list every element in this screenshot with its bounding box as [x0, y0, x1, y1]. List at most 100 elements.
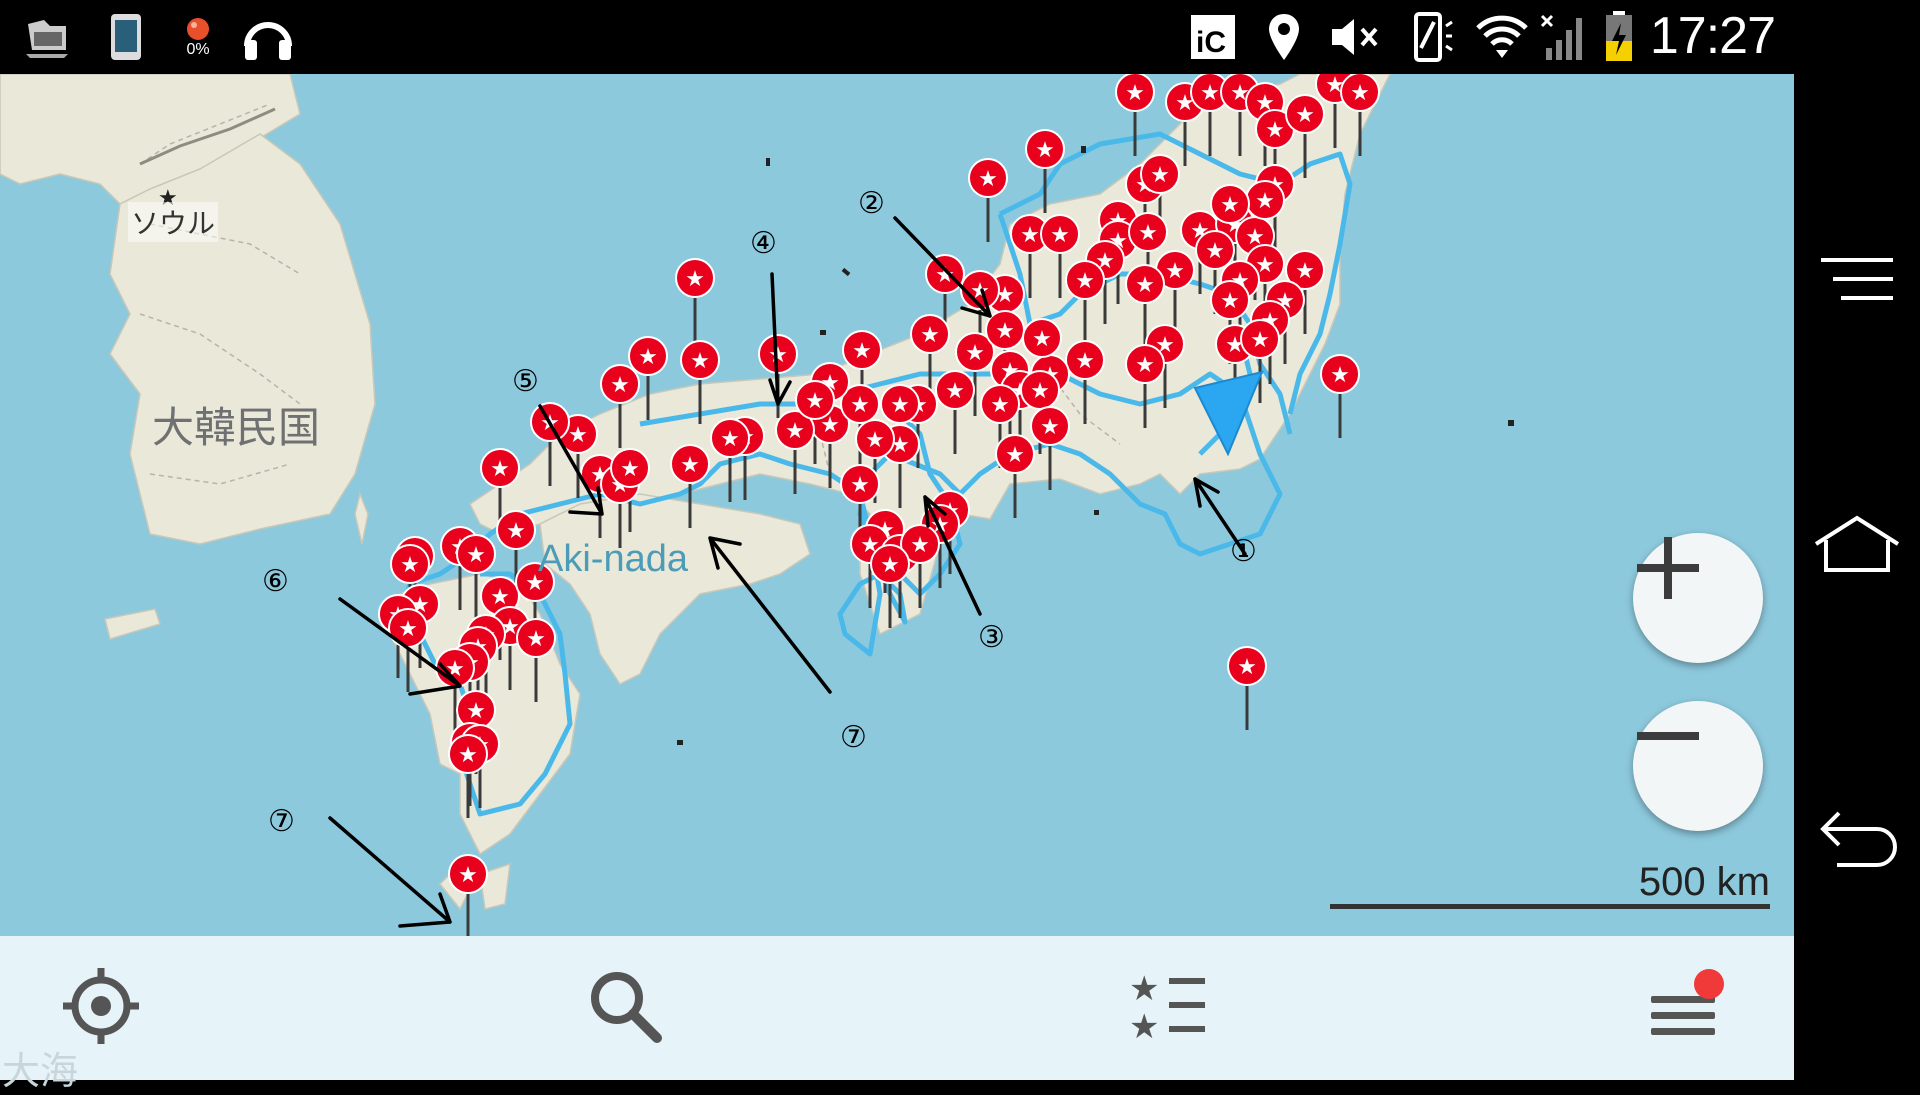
pin-star-icon: ★: [1220, 193, 1240, 218]
pin-star-icon: ★: [1250, 328, 1270, 353]
pin-star-icon: ★: [1350, 81, 1370, 106]
pin-star-icon: ★: [466, 699, 486, 724]
battery-meter-icon: 0%: [178, 12, 218, 62]
wifi-icon: [1476, 12, 1528, 62]
pin-star-icon: ★: [850, 473, 870, 498]
crosshair-icon: [63, 968, 139, 1044]
pin-star-icon: ★: [1220, 289, 1240, 314]
pin-star-icon: ★: [400, 553, 420, 578]
pin-star-icon: ★: [690, 349, 710, 374]
pin-star-icon: ★: [506, 519, 526, 544]
pin-star-icon: ★: [805, 389, 825, 414]
pin-star-icon: ★: [1075, 349, 1095, 374]
pin-star-icon: ★: [1295, 103, 1315, 128]
pin-star-icon: ★: [526, 627, 546, 652]
pin-star-icon: ★: [490, 457, 510, 482]
pin-star-icon: ★: [785, 419, 805, 444]
scale-label: 500 km: [1638, 860, 1770, 904]
zoom-in-button[interactable]: [1633, 533, 1763, 663]
pin-star-icon: ★: [965, 341, 985, 366]
headphones-icon: [240, 12, 296, 62]
pin-star-icon: ★: [978, 167, 998, 192]
pin-star-icon: ★: [880, 553, 900, 578]
pin-star-icon: ★: [458, 743, 478, 768]
map-label-watermark: 大海: [2, 1051, 79, 1093]
system-nav-bar: [1794, 74, 1920, 1080]
home-button[interactable]: [1807, 499, 1907, 589]
annotation-2: ②: [858, 187, 885, 220]
pin-star-icon: ★: [610, 373, 630, 398]
shikoku: [539, 493, 811, 685]
battery-saver-text: 0%: [186, 41, 210, 58]
pin-star-icon: ★: [1050, 223, 1070, 248]
pin-star-icon: ★: [1237, 655, 1257, 680]
back-button[interactable]: [1807, 794, 1907, 884]
map-label-seoul: ソウル: [128, 202, 219, 242]
korean-peninsula: [109, 133, 376, 545]
pin-star-icon: ★: [1035, 138, 1055, 163]
pin-star-icon: ★: [852, 339, 872, 364]
pin-star-icon: ★: [1255, 189, 1275, 214]
nfc-icon: iC: [1188, 12, 1238, 62]
phone-icon: [108, 12, 144, 62]
pin-star-icon: ★: [1150, 163, 1170, 188]
bottom-toolbar: ★ ★ 大海: [0, 936, 1794, 1093]
map-label-aki-nada: Aki-nada: [538, 538, 688, 580]
plus-icon: [1637, 537, 1699, 599]
pin-star-icon: ★: [1005, 443, 1025, 468]
annotation-4: ④: [750, 227, 777, 260]
minus-icon: [1637, 732, 1699, 740]
notification-dot-icon: [1694, 969, 1724, 999]
pin-star-icon: ★: [568, 423, 588, 448]
pin-star-icon: ★: [1020, 223, 1040, 248]
mute-icon: [1330, 12, 1382, 62]
svg-text:★: ★: [1129, 970, 1159, 1009]
recent-apps-button[interactable]: [1807, 234, 1907, 324]
pin-star-icon: ★: [1125, 81, 1145, 106]
map-label-korea: 大韓民国: [152, 404, 321, 451]
zoom-out-button[interactable]: [1633, 701, 1763, 831]
pin-star-icon: ★: [990, 393, 1010, 418]
pin-star-icon: ★: [1040, 415, 1060, 440]
hamburger-icon: [1651, 969, 1724, 1035]
search-button[interactable]: [570, 956, 680, 1056]
svg-text:★: ★: [1129, 1007, 1159, 1042]
battery-icon: [1604, 11, 1634, 62]
annotation-7a: ⑦: [840, 721, 867, 754]
pin-star-icon: ★: [1075, 269, 1095, 294]
annotation-3: ③: [978, 621, 1005, 654]
signal-icon: [1540, 12, 1584, 62]
vibrate-icon: [1406, 12, 1454, 62]
search-icon: [591, 972, 662, 1043]
pin-star-icon: ★: [910, 533, 930, 558]
map-view[interactable]: ★ ★ ★ ★ ★ ★ ★ ★ ★ ★ ★ ★ ★ ★ ★ ★ ★ ★ ★ ★ ★ ★ ★ ★ ★ ★ ★ ★ ★ ★ ★ ★ ★ ★ ★ ★ ★ ★ ★ ★…: [0, 74, 1794, 936]
home-icon: [1814, 515, 1900, 572]
pin-star-icon: ★: [638, 345, 658, 370]
menu-button[interactable]: [1630, 956, 1740, 1056]
pin-star-icon: ★: [1265, 118, 1285, 143]
pin-star-icon: ★: [458, 863, 478, 888]
annotation-6: ⑥: [262, 565, 289, 598]
pin-star-icon: ★: [620, 457, 640, 482]
pin-star-icon: ★: [1205, 239, 1225, 264]
pin-star-icon: ★: [1135, 273, 1155, 298]
pin-star-icon: ★: [1200, 81, 1220, 106]
back-icon: [1820, 811, 1897, 867]
annotation-7b: ⑦: [268, 805, 295, 838]
pin-star-icon: ★: [1138, 221, 1158, 246]
status-bar: 0% iC 17:27: [0, 0, 1920, 74]
annotation-5: ⑤: [512, 365, 539, 398]
pin-star-icon: ★: [685, 267, 705, 292]
annotation-1: ①: [1230, 535, 1257, 568]
bookmarks-button[interactable]: ★ ★: [1114, 956, 1224, 1056]
pin-star-icon: ★: [995, 319, 1015, 344]
location-icon: [1266, 12, 1302, 62]
pin-star-icon: ★: [1032, 327, 1052, 352]
pin-star-icon: ★: [850, 393, 870, 418]
pin-star-icon: ★: [466, 543, 486, 568]
svg-text:iC: iC: [1196, 26, 1226, 59]
pin-star-icon: ★: [680, 453, 700, 478]
pin-star-icon: ★: [890, 393, 910, 418]
pin-star-icon: ★: [1165, 259, 1185, 284]
jeju: [104, 608, 161, 640]
